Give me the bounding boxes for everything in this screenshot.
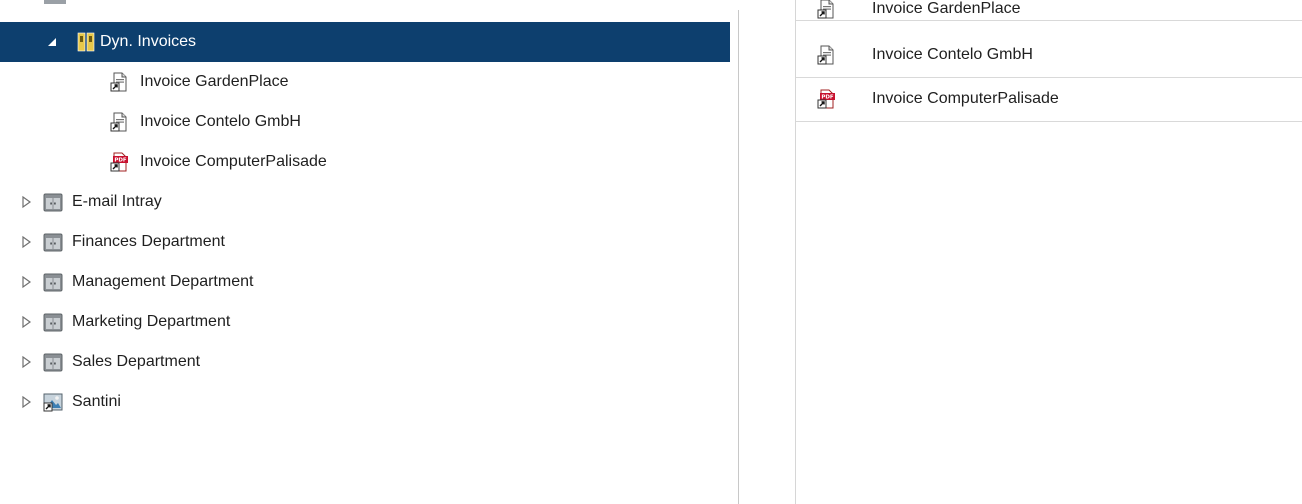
- tree-item-marketing-department[interactable]: Marketing Department: [0, 302, 730, 342]
- collapsed-triangle-icon[interactable]: [20, 394, 34, 410]
- dynamic-folder-icon: [76, 32, 96, 52]
- list-item[interactable]: Invoice ComputerPalisade: [796, 78, 1302, 122]
- tree-item-label: Marketing Department: [72, 313, 231, 330]
- tree-item-label: Invoice GardenPlace: [140, 73, 289, 90]
- cabinet-icon: [43, 272, 63, 292]
- tree-item-label: Invoice Contelo GmbH: [140, 113, 301, 130]
- tree-item-label: Management Department: [72, 273, 254, 290]
- collapsed-triangle-icon[interactable]: [20, 194, 34, 210]
- document-list: Invoice GardenPlace Invoice Contelo GmbH…: [795, 0, 1302, 504]
- clipped-tree-row: [44, 0, 66, 4]
- tree-item-label: Dyn. Invoices: [100, 33, 197, 50]
- expanded-triangle-icon[interactable]: [46, 34, 60, 50]
- collapsed-triangle-icon[interactable]: [20, 314, 34, 330]
- collapsed-triangle-icon[interactable]: [20, 274, 34, 290]
- tree-item-invoice-computerpalisade[interactable]: Invoice ComputerPalisade: [0, 142, 730, 182]
- tree-item-finances-department[interactable]: Finances Department: [0, 222, 730, 262]
- list-item-label: Invoice Contelo GmbH: [872, 46, 1033, 63]
- tree-item-label: Sales Department: [72, 353, 201, 370]
- cabinet-icon: [43, 232, 63, 252]
- tree-item-label: Invoice ComputerPalisade: [140, 153, 327, 170]
- list-item-label: Invoice ComputerPalisade: [872, 90, 1059, 107]
- tree-item-label: Finances Department: [72, 233, 225, 250]
- collapsed-triangle-icon[interactable]: [20, 234, 34, 250]
- image-shortcut-icon: [43, 392, 63, 412]
- tree-item-santini[interactable]: Santini: [0, 382, 730, 422]
- navigation-tree: Dyn. Invoices Invoice GardenPlace Invoic…: [0, 0, 740, 504]
- list-item[interactable]: Invoice GardenPlace: [796, 0, 1302, 21]
- tree-item-sales-department[interactable]: Sales Department: [0, 342, 730, 382]
- list-item[interactable]: Invoice Contelo GmbH: [796, 34, 1302, 78]
- tree-item-email-intray[interactable]: E-mail Intray: [0, 182, 730, 222]
- pdf-shortcut-icon: [817, 89, 837, 109]
- tree-item-label: Santini: [72, 393, 121, 410]
- tree-item-dyn-invoices[interactable]: Dyn. Invoices: [0, 22, 730, 62]
- tree-item-invoice-gardenplace[interactable]: Invoice GardenPlace: [0, 62, 730, 102]
- list-item-label: Invoice GardenPlace: [872, 0, 1021, 17]
- cabinet-icon: [43, 352, 63, 372]
- tree-item-label: E-mail Intray: [72, 193, 162, 210]
- collapsed-triangle-icon[interactable]: [20, 354, 34, 370]
- document-shortcut-icon: [817, 0, 837, 19]
- document-shortcut-icon: [110, 112, 130, 132]
- document-shortcut-icon: [817, 45, 837, 65]
- pdf-shortcut-icon: [110, 152, 130, 172]
- document-shortcut-icon: [110, 72, 130, 92]
- tree-item-management-department[interactable]: Management Department: [0, 262, 730, 302]
- cabinet-icon: [43, 192, 63, 212]
- pane-splitter[interactable]: [738, 10, 739, 504]
- cabinet-icon: [43, 312, 63, 332]
- tree-item-invoice-contelo[interactable]: Invoice Contelo GmbH: [0, 102, 730, 142]
